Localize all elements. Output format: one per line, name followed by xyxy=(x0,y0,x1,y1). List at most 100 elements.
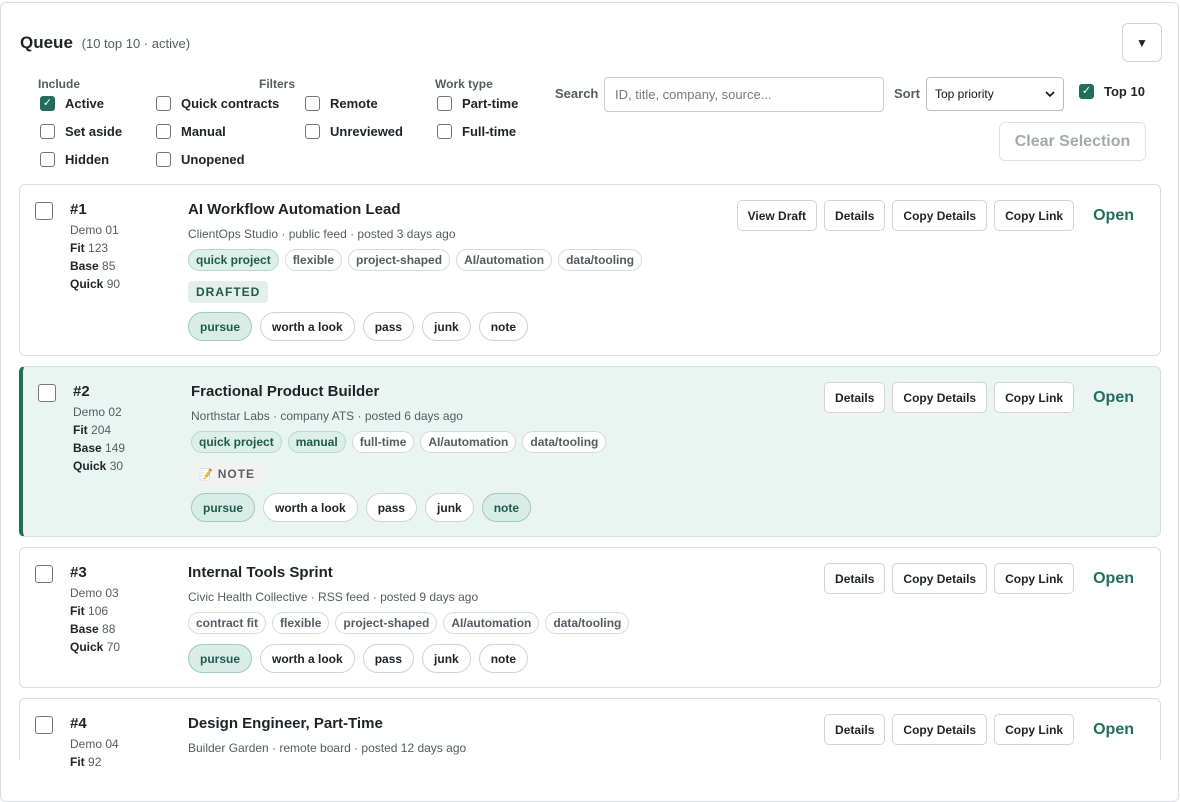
note-button[interactable]: note xyxy=(478,644,529,673)
details-button[interactable]: Details xyxy=(824,563,886,594)
manual-checkbox[interactable]: Manual xyxy=(156,124,226,139)
sort-value: Top priority xyxy=(935,87,994,101)
remote-label: Remote xyxy=(330,96,378,111)
copy-details-button[interactable]: Copy Details xyxy=(892,382,988,413)
quick-label: Quick xyxy=(70,277,104,291)
tag: data/tooling xyxy=(545,612,630,634)
job-source: Northstar Labs · company ATS · posted 6 … xyxy=(191,409,463,423)
base-label: Base xyxy=(70,259,99,273)
unopened-checkbox[interactable]: Unopened xyxy=(156,152,245,167)
full-time-checkbox[interactable]: Full-time xyxy=(437,124,516,139)
junk-button[interactable]: junk xyxy=(422,644,471,673)
active-checkbox[interactable]: ✓ Active xyxy=(40,96,104,111)
note-button[interactable]: note xyxy=(481,493,532,522)
worth-a-look-button[interactable]: worth a look xyxy=(260,312,355,341)
tag: AI/automation xyxy=(420,431,517,453)
copy-details-button[interactable]: Copy Details xyxy=(892,714,988,745)
base-value: 149 xyxy=(105,441,126,455)
copy-link-button[interactable]: Copy Link xyxy=(994,714,1075,745)
part-time-checkbox[interactable]: Part-time xyxy=(437,96,518,111)
quick-value: 70 xyxy=(106,640,121,654)
sort-select[interactable]: Top priority xyxy=(926,77,1064,111)
remote-checkbox[interactable]: Remote xyxy=(305,96,378,111)
collapse-button[interactable]: ▼ xyxy=(1122,23,1162,62)
details-button[interactable]: Details xyxy=(824,200,886,231)
pursue-button[interactable]: pursue xyxy=(188,644,253,673)
triage-buttons: pursue worth a look pass junk note xyxy=(191,493,532,522)
quick-value: 90 xyxy=(106,277,121,291)
checkbox-box xyxy=(305,124,320,139)
checkbox-box xyxy=(40,124,55,139)
select-checkbox[interactable] xyxy=(35,202,53,220)
tag: manual xyxy=(287,431,346,453)
checkbox-box xyxy=(40,152,55,167)
note-button[interactable]: note xyxy=(478,312,529,341)
top10-label: Top 10 xyxy=(1104,84,1145,99)
select-checkbox[interactable] xyxy=(35,565,53,583)
junk-button[interactable]: junk xyxy=(425,493,474,522)
queue-subtitle: (10 top 10 · active) xyxy=(81,36,191,51)
unreviewed-checkbox[interactable]: Unreviewed xyxy=(305,124,403,139)
part-time-label: Part-time xyxy=(462,96,519,111)
demo-id: Demo 01 xyxy=(70,223,119,237)
card-actions: Details Copy Details Copy Link Open xyxy=(824,382,1134,413)
queue-title-text: Queue xyxy=(20,33,73,52)
set-aside-checkbox[interactable]: Set aside xyxy=(40,124,122,139)
view-draft-button[interactable]: View Draft xyxy=(736,200,818,231)
search-input[interactable] xyxy=(604,77,884,112)
quick-contracts-checkbox[interactable]: Quick contracts xyxy=(156,96,279,111)
copy-link-button[interactable]: Copy Link xyxy=(994,382,1075,413)
job-title[interactable]: Fractional Product Builder xyxy=(191,383,379,400)
checkbox-box xyxy=(305,96,320,111)
pass-button[interactable]: pass xyxy=(362,644,415,673)
pass-button[interactable]: pass xyxy=(365,493,418,522)
fit-label: Fit xyxy=(70,241,85,255)
top10-checkbox[interactable]: ✓ Top 10 xyxy=(1079,84,1145,99)
open-link[interactable]: Open xyxy=(1093,389,1134,407)
job-card: #3 Demo 03 Fit 106 Base 88 Quick 70 Inte… xyxy=(19,547,1161,688)
job-title[interactable]: AI Workflow Automation Lead xyxy=(188,201,401,218)
checkmark-icon: ✓ xyxy=(1079,84,1094,99)
select-checkbox[interactable] xyxy=(38,384,56,402)
queue-title: Queue (10 top 10 · active) xyxy=(20,33,190,53)
base-label: Base xyxy=(73,441,102,455)
open-link[interactable]: Open xyxy=(1093,207,1134,225)
active-label: Active xyxy=(65,96,105,111)
unopened-label: Unopened xyxy=(181,152,245,167)
copy-details-button[interactable]: Copy Details xyxy=(892,563,988,594)
pass-button[interactable]: pass xyxy=(362,312,415,341)
copy-link-button[interactable]: Copy Link xyxy=(994,200,1075,231)
filters-group-title: Filters xyxy=(259,77,296,91)
open-link[interactable]: Open xyxy=(1093,570,1134,588)
job-title[interactable]: Design Engineer, Part-Time xyxy=(188,715,383,732)
junk-button[interactable]: junk xyxy=(422,312,471,341)
checkbox-box xyxy=(156,124,171,139)
fit-value: 92 xyxy=(88,755,102,769)
copy-link-button[interactable]: Copy Link xyxy=(994,563,1075,594)
select-checkbox[interactable] xyxy=(35,716,53,734)
set-aside-label: Set aside xyxy=(65,124,123,139)
fit-label: Fit xyxy=(73,423,88,437)
tag: AI/automation xyxy=(456,249,553,271)
card-actions: Details Copy Details Copy Link Open xyxy=(824,563,1134,594)
quick-value: 30 xyxy=(109,459,124,473)
details-button[interactable]: Details xyxy=(824,382,886,413)
open-link[interactable]: Open xyxy=(1093,721,1134,739)
status-badge: 📝 NOTE xyxy=(191,463,264,485)
details-button[interactable]: Details xyxy=(824,714,886,745)
unreviewed-label: Unreviewed xyxy=(330,124,403,139)
job-title[interactable]: Internal Tools Sprint xyxy=(188,564,333,581)
tag-list: quick project manual full-time AI/automa… xyxy=(191,431,607,453)
fit-label: Fit xyxy=(70,604,85,618)
pursue-button[interactable]: pursue xyxy=(191,493,256,522)
clear-selection-button[interactable]: Clear Selection xyxy=(999,122,1146,161)
caret-down-icon: ▼ xyxy=(1136,35,1148,50)
copy-details-button[interactable]: Copy Details xyxy=(892,200,988,231)
worth-a-look-button[interactable]: worth a look xyxy=(260,644,355,673)
pursue-button[interactable]: pursue xyxy=(188,312,253,341)
worth-a-look-button[interactable]: worth a look xyxy=(263,493,358,522)
rank: #4 xyxy=(70,715,87,732)
rank: #3 xyxy=(70,564,87,581)
hidden-checkbox[interactable]: Hidden xyxy=(40,152,109,167)
search-label: Search xyxy=(555,86,599,101)
